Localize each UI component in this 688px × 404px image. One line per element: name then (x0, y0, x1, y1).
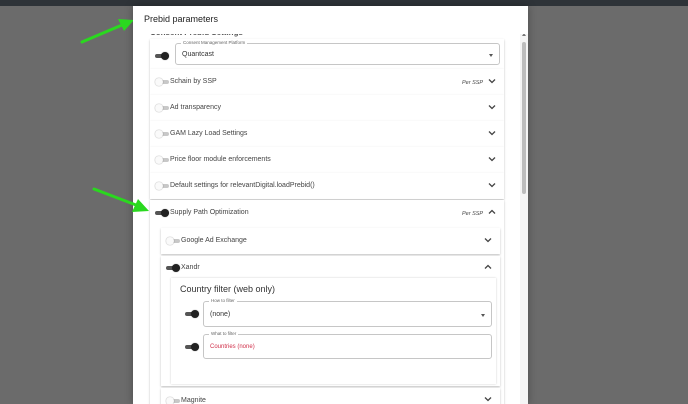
row-label: Supply Path Optimization (170, 209, 249, 216)
how-to-filter-toggle[interactable] (185, 310, 199, 318)
what-to-filter-value: Countries (none) (210, 344, 255, 350)
dialog-content: Consent Prebid Settings Consent Manageme… (133, 6, 528, 404)
green-arrow-icon (92, 187, 149, 212)
per-ssp-badge: Per SSP (462, 211, 484, 217)
row-default-settings[interactable]: Default settings for relevantDigital.loa… (150, 173, 504, 199)
spo-item-label: Google Ad Exchange (181, 237, 247, 244)
consent-management-platform-select[interactable]: Consent Management Platform Quantcast (175, 40, 500, 65)
row-ad-transparency[interactable]: Ad transparency (150, 95, 504, 121)
spo-item-magnite[interactable]: Magnite (161, 388, 500, 404)
magnite-toggle[interactable] (166, 397, 180, 404)
scrollbar-thumb[interactable] (522, 42, 526, 194)
dropdown-caret-icon (489, 54, 493, 57)
consent-management-platform-value: Quantcast (182, 51, 214, 58)
xandr-toggle[interactable] (166, 264, 180, 272)
dropdown-caret-icon (481, 314, 485, 317)
row-label: Price floor module enforcements (170, 156, 271, 163)
row-label: Ad transparency (170, 104, 221, 111)
consent-management-platform-label: Consent Management Platform (181, 40, 248, 45)
consent-card: Consent Management Platform Quantcast (150, 39, 504, 69)
row-price-floor[interactable]: Price floor module enforcements (150, 147, 504, 173)
prebid-parameters-dialog: Consent Prebid Settings Consent Manageme… (133, 6, 528, 404)
row-label: GAM Lazy Load Settings (170, 130, 248, 137)
default-settings-toggle[interactable] (155, 182, 169, 190)
spo-item-google-ad-exchange[interactable]: Google Ad Exchange (161, 228, 500, 254)
spo-toggle[interactable] (155, 209, 169, 217)
country-filter-title: Country filter (web only) (180, 284, 276, 294)
chevron-up-icon[interactable] (484, 263, 492, 271)
per-ssp-badge: Per SSP (462, 80, 484, 86)
chevron-up-icon[interactable] (488, 208, 496, 216)
chevron-down-icon[interactable] (484, 236, 492, 244)
row-label: Default settings for relevantDigital.loa… (170, 182, 315, 189)
dialog-title: Prebid parameters (144, 14, 219, 24)
row-schain-by-ssp[interactable]: Schain by SSP Per SSP (150, 69, 504, 95)
how-to-filter-select[interactable]: How to filter (none) (203, 298, 492, 327)
row-label: Schain by SSP (170, 78, 217, 85)
chevron-down-icon[interactable] (488, 77, 496, 85)
row-gam-lazy-load[interactable]: GAM Lazy Load Settings (150, 121, 504, 147)
chevron-down-icon[interactable] (488, 181, 496, 189)
what-to-filter-label: What to filter (209, 331, 239, 336)
ad-transparency-toggle[interactable] (155, 104, 169, 112)
how-to-filter-value: (none) (210, 311, 231, 318)
google-ad-exchange-toggle[interactable] (166, 237, 180, 245)
how-to-filter-label: How to filter (209, 298, 237, 303)
spo-item-label: Xandr (181, 264, 200, 271)
chevron-down-icon[interactable] (488, 155, 496, 163)
chevron-down-icon[interactable] (484, 395, 492, 403)
what-to-filter-field[interactable]: What to filter Countries (none) (203, 331, 492, 359)
schain-toggle[interactable] (155, 78, 169, 86)
consent-toggle[interactable] (155, 52, 169, 60)
dialog-header: Prebid parameters (133, 6, 528, 34)
chevron-down-icon[interactable] (488, 129, 496, 137)
spo-item-label: Magnite (181, 397, 206, 404)
what-to-filter-toggle[interactable] (185, 343, 199, 351)
chevron-down-icon[interactable] (488, 103, 496, 111)
price-floor-toggle[interactable] (155, 156, 169, 164)
green-arrow-icon (80, 19, 134, 44)
gam-lazy-load-toggle[interactable] (155, 130, 169, 138)
